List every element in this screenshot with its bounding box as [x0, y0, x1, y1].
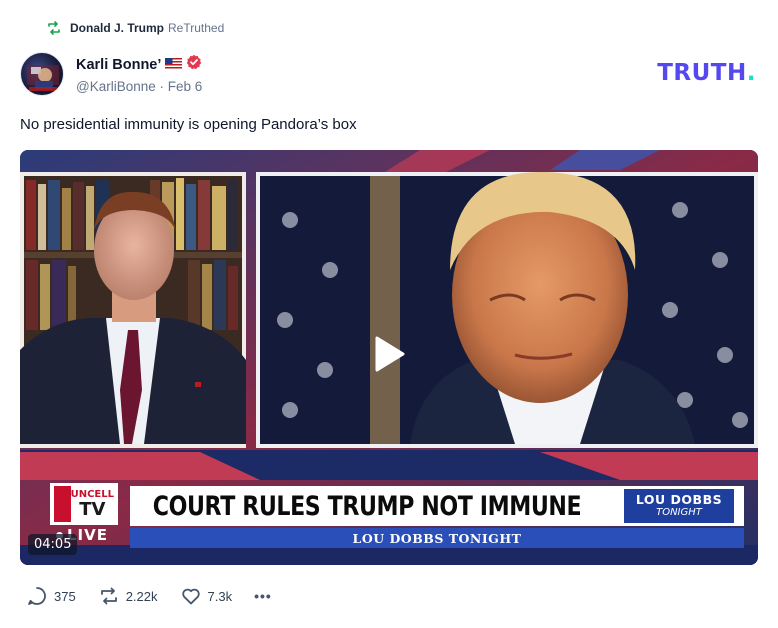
meta-separator: ·	[159, 79, 165, 94]
retruth-icon	[46, 20, 62, 36]
us-flag-icon	[165, 56, 183, 74]
reply-button[interactable]: 375	[26, 585, 76, 607]
truth-logo: TRUTH.	[657, 60, 756, 86]
chyron-show-name: LOU DOBBS TONIGHT	[130, 528, 744, 548]
heart-icon	[180, 585, 202, 607]
author-meta: @KarliBonne · Feb 6	[76, 79, 202, 94]
post-date[interactable]: Feb 6	[168, 79, 203, 94]
reply-count: 375	[54, 588, 76, 604]
retruth-user-link[interactable]: Donald J. Trump	[70, 21, 164, 35]
brand-dot: .	[746, 60, 756, 86]
post-text: No presidential immunity is opening Pand…	[20, 116, 357, 133]
network-name: UNCELL	[70, 488, 114, 500]
like-button[interactable]: 7.3k	[180, 585, 233, 607]
chyron: COURT RULES TRUMP NOT IMMUNE LOU DOBBS T…	[130, 486, 744, 526]
retruth-label: ReTruthed	[168, 21, 225, 35]
network-badge-icon	[54, 486, 71, 522]
show-logo: LOU DOBBS TONIGHT	[624, 489, 734, 523]
network-tv-label: UNCELL TV	[71, 489, 114, 520]
more-icon: •••	[254, 588, 272, 604]
play-icon	[371, 334, 407, 379]
chyron-headline: COURT RULES TRUMP NOT IMMUNE	[152, 490, 582, 522]
author-display-name[interactable]: Karli Bonne’	[76, 57, 161, 73]
like-count: 7.3k	[207, 588, 233, 604]
network-logo: UNCELL TV	[50, 483, 118, 525]
brand-name: TRUTH	[657, 60, 747, 86]
retruth-count: 2.22k	[125, 588, 158, 604]
play-button[interactable]	[361, 328, 417, 384]
retruth-icon	[98, 585, 120, 607]
more-options-button[interactable]: •••	[254, 588, 272, 604]
video-player[interactable]: UNCELL TV LIVE COURT RULES TRUMP NOT IMMU…	[20, 150, 758, 565]
post-actions: 375 2.22k 7.3k •••	[26, 585, 272, 607]
retruth-button[interactable]: 2.22k	[98, 585, 158, 607]
show-logo-line2: TONIGHT	[656, 507, 702, 519]
post-author: Karli Bonne’ @KarliBonne · Feb 6	[20, 52, 202, 96]
author-handle[interactable]: @KarliBonne	[76, 79, 156, 94]
verified-badge-icon	[186, 54, 202, 75]
avatar[interactable]	[20, 52, 64, 96]
video-duration: 04:05	[28, 534, 78, 555]
comment-icon	[26, 585, 48, 607]
show-logo-line1: LOU DOBBS	[635, 491, 723, 507]
network-tv: TV	[79, 498, 106, 520]
retruth-header: Donald J. Trump ReTruthed	[46, 18, 224, 38]
